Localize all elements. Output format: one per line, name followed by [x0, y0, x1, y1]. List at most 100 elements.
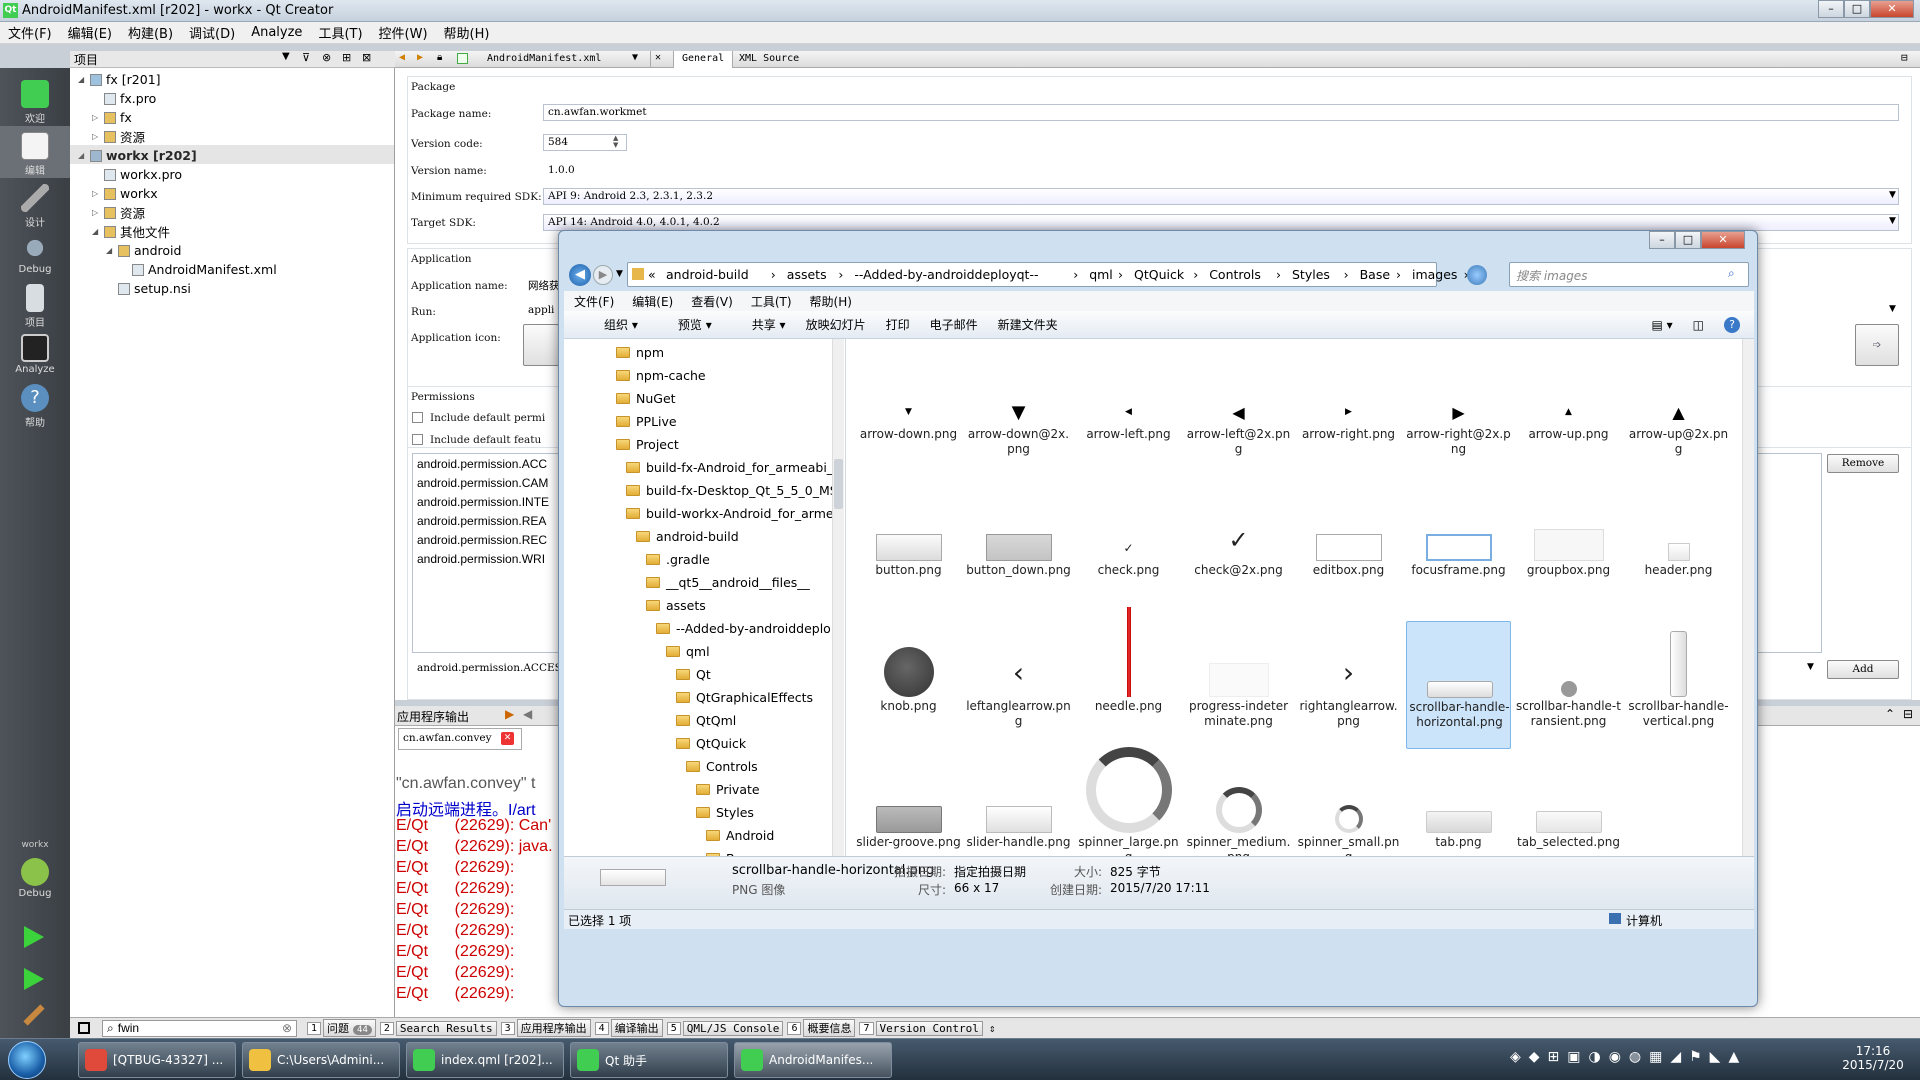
chevron-down-icon[interactable]: ▼: [616, 269, 623, 279]
mode-analyze[interactable]: Analyze: [0, 328, 70, 380]
tree-item[interactable]: ▷ fx: [92, 108, 132, 127]
stop-icon[interactable]: ◀: [523, 707, 532, 721]
package-name-field[interactable]: cn.awfan.workmet: [543, 104, 1899, 121]
maximize-button[interactable]: □: [1675, 231, 1701, 249]
breadcrumb-segment[interactable]: assets: [787, 267, 827, 282]
menu-build[interactable]: 构建(B): [120, 23, 181, 42]
close-button[interactable]: ✕: [1701, 231, 1745, 249]
file-item[interactable]: › rightanglearrow.png: [1296, 621, 1401, 749]
file-item[interactable]: ‹ leftanglearrow.png: [966, 621, 1071, 749]
expand-arrow-icon[interactable]: ◢: [92, 227, 102, 236]
kit-selector[interactable]: Debug: [0, 852, 70, 904]
file-item[interactable]: ▲ arrow-up.png: [1516, 349, 1621, 477]
tree-item[interactable]: ◢ 其他文件: [92, 222, 170, 241]
chevron-down-icon[interactable]: ▼: [1889, 190, 1896, 200]
mode-debug[interactable]: Debug: [0, 228, 70, 280]
system-tray-icons[interactable]: ◈◆⊞▣◑◉◍▦◢⚑◣▲: [1510, 1049, 1747, 1065]
nav-folder-item[interactable]: npm: [616, 343, 664, 362]
file-item[interactable]: ▶ arrow-right@2x.png: [1406, 349, 1511, 477]
taskbar-item[interactable]: index.qml [r202]...: [406, 1042, 564, 1078]
nav-folder-item[interactable]: qml: [666, 642, 710, 661]
start-button[interactable]: [8, 1041, 46, 1079]
mode-welcome[interactable]: 欢迎: [0, 74, 70, 126]
expand-arrow-icon[interactable]: ▷: [92, 132, 102, 141]
nav-folder-item[interactable]: QtQuick: [676, 734, 746, 753]
pane-button[interactable]: 7 Version Control: [859, 1019, 983, 1037]
file-item[interactable]: slider-groove.png: [856, 757, 961, 856]
breadcrumb-segment[interactable]: qml: [1089, 267, 1113, 282]
list-item[interactable]: android.permission.ACC: [417, 455, 549, 474]
close-pane-icon[interactable]: ⊠: [362, 51, 371, 64]
tree-item[interactable]: setup.nsi: [106, 279, 191, 298]
tree-item[interactable]: ◢ fx [r201]: [78, 70, 161, 89]
file-item[interactable]: scrollbar-handle-vertical.png: [1626, 621, 1731, 749]
nav-folder-item[interactable]: Styles: [696, 803, 754, 822]
pane-button[interactable]: 1 问题 44: [307, 1019, 376, 1037]
mode-help[interactable]: ? 帮助: [0, 378, 70, 430]
back-arrow-icon[interactable]: ◀: [399, 52, 405, 63]
refresh-button[interactable]: [1455, 263, 1500, 288]
pane-button[interactable]: 6 概要信息: [787, 1019, 856, 1037]
menu-file[interactable]: 文件(F): [0, 23, 60, 42]
nav-folder-item[interactable]: __qt5__android__files__: [646, 573, 810, 592]
clock[interactable]: 17:16 2015/7/20: [1838, 1044, 1908, 1072]
taskbar-item[interactable]: [QTBUG-43327] ...: [78, 1042, 236, 1078]
scroll-thumb[interactable]: [834, 459, 843, 509]
file-item[interactable]: ✓ check@2x.png: [1186, 485, 1291, 613]
nav-folder-item[interactable]: Private: [696, 780, 760, 799]
nav-scrollbar[interactable]: [832, 339, 844, 856]
output-tab[interactable]: cn.awfan.convey ✕: [398, 728, 522, 750]
debug-run-icon[interactable]: [24, 968, 44, 990]
tree-item[interactable]: ▷ workx: [92, 184, 158, 203]
menu-edit[interactable]: 编辑(E): [60, 23, 120, 42]
file-item[interactable]: scrollbar-handle-horizontal.png: [1406, 621, 1511, 749]
nav-folder-item[interactable]: build-fx-Android_for_armeabi_v: [626, 458, 840, 477]
menu-help[interactable]: 帮助(H): [810, 293, 852, 310]
file-item[interactable]: ▼ arrow-down@2x.png: [966, 349, 1071, 477]
menu-edit[interactable]: 编辑(E): [632, 293, 673, 310]
file-item[interactable]: tab_selected.png: [1516, 757, 1621, 856]
tab-xml-source[interactable]: XML Source: [731, 51, 807, 68]
help-icon[interactable]: ?: [1724, 316, 1740, 333]
nav-folder-item[interactable]: android-build: [636, 527, 739, 546]
breadcrumb-separator-icon[interactable]: ›: [1344, 267, 1349, 282]
nav-folder-item[interactable]: Base: [706, 849, 756, 856]
file-item[interactable]: ▶ arrow-right.png: [1296, 349, 1401, 477]
menu-tools[interactable]: 工具(T): [751, 293, 792, 310]
breadcrumb-separator-icon[interactable]: ›: [1073, 267, 1078, 282]
file-item[interactable]: scrollbar-handle-transient.png: [1516, 621, 1621, 749]
pane-button[interactable]: 2 Search Results: [379, 1019, 497, 1037]
slideshow-button[interactable]: 放映幻灯片: [806, 316, 866, 333]
clear-icon[interactable]: ⊗: [282, 1021, 292, 1035]
version-name-field[interactable]: 1.0.0: [543, 162, 1899, 179]
file-item[interactable]: ✓ check.png: [1076, 485, 1181, 613]
app-icon-hdpi-button[interactable]: ➩: [1855, 324, 1899, 366]
maximize-pane-icon[interactable]: ⌃: [1885, 707, 1895, 721]
nav-folder-item[interactable]: build-fx-Desktop_Qt_5_5_0_MS: [626, 481, 838, 500]
menu-analyze[interactable]: Analyze: [243, 25, 310, 40]
more-panes-icon[interactable]: ⇕: [989, 1022, 996, 1035]
email-button[interactable]: 电子邮件: [930, 316, 978, 333]
target-sdk-combo[interactable]: API 14: Android 4.0, 4.0.1, 4.0.2: [543, 214, 1899, 231]
tab-general[interactable]: General: [673, 51, 734, 68]
close-tab-icon[interactable]: ✕: [501, 732, 514, 745]
filter-icon[interactable]: ⊽: [302, 51, 310, 64]
file-item[interactable]: tab.png: [1406, 757, 1511, 856]
minimize-button[interactable]: –: [1649, 231, 1675, 249]
forward-button[interactable]: ▶: [593, 265, 613, 285]
file-item[interactable]: slider-handle.png: [966, 757, 1071, 856]
pane-button[interactable]: 4 编译输出: [594, 1019, 663, 1037]
list-item[interactable]: android.permission.WRI: [417, 550, 549, 569]
nav-folder-item[interactable]: PPLive: [616, 412, 677, 431]
expand-arrow-icon[interactable]: ▷: [92, 208, 102, 217]
menu-window[interactable]: 控件(W): [371, 23, 436, 42]
file-item[interactable]: ◀ arrow-left.png: [1076, 349, 1181, 477]
breadcrumb-segment[interactable]: --Added-by-androiddeployqt--: [854, 267, 1038, 282]
file-item[interactable]: editbox.png: [1296, 485, 1401, 613]
nav-folder-item[interactable]: QtGraphicalEffects: [676, 688, 813, 707]
link-icon[interactable]: ⊗: [322, 51, 331, 64]
tree-item[interactable]: ▷ 资源: [92, 203, 145, 222]
maximize-button[interactable]: □: [1844, 0, 1870, 18]
breadcrumb-segment[interactable]: images: [1412, 267, 1457, 282]
file-item[interactable]: progress-indeterminate.png: [1186, 621, 1291, 749]
